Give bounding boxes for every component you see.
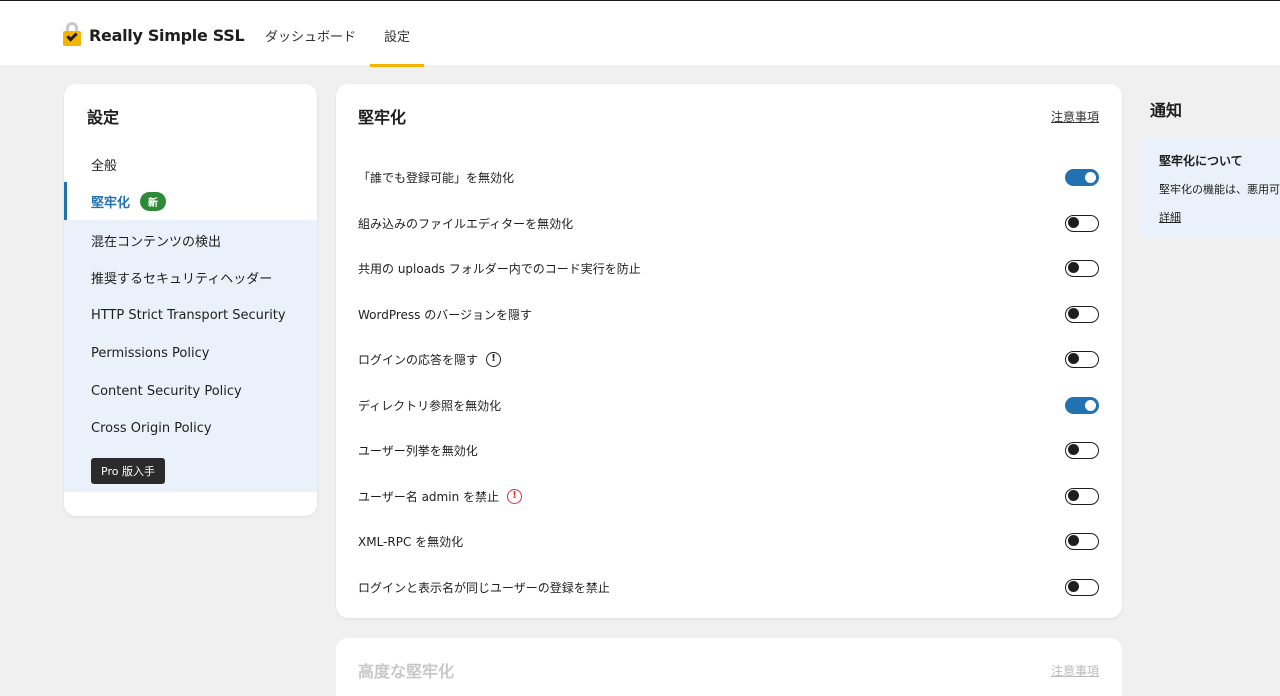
setting-row: 共用の uploads フォルダー内でのコード実行を防止	[358, 253, 1099, 283]
new-badge: 新	[140, 191, 167, 211]
setting-label-text: ディレクトリ参照を無効化	[358, 398, 502, 413]
menu-item-permissions-policy[interactable]: Permissions Policy	[64, 334, 317, 372]
main-nav: ダッシュボード 設定	[265, 1, 438, 67]
toggle-switch[interactable]	[1065, 396, 1099, 414]
setting-row: XML-RPC を無効化	[358, 526, 1099, 556]
menu-item-hsts[interactable]: HTTP Strict Transport Security	[64, 296, 317, 334]
menu-item-security-headers[interactable]: 推奨するセキュリティヘッダー	[64, 258, 317, 296]
setting-label: ログインの応答を隠す !	[358, 351, 502, 368]
setting-label: ユーザー列挙を無効化	[358, 442, 478, 459]
setting-label-text: ユーザー名 admin を禁止	[358, 489, 499, 504]
setting-label: 共用の uploads フォルダー内でのコード実行を防止	[358, 260, 641, 277]
menu-item-hardening[interactable]: 堅牢化 新	[64, 182, 317, 220]
notice-body: 堅牢化の機能は、悪用可	[1159, 183, 1280, 196]
menu-item-cross-origin[interactable]: Cross Origin Policy	[64, 409, 317, 447]
brand[interactable]: Really Simple SSL	[63, 22, 245, 48]
menu-item-label: Permissions Policy	[91, 345, 210, 361]
setting-label-text: ログインの応答を隠す	[358, 352, 479, 367]
lock-logo-icon	[63, 22, 81, 48]
toggle-switch[interactable]	[1065, 305, 1099, 323]
toggle-switch[interactable]	[1065, 441, 1099, 459]
setting-label: ディレクトリ参照を無効化	[358, 397, 501, 414]
setting-label-text: 組み込みのファイルエディターを無効化	[358, 216, 574, 231]
menu-item-label: 全般	[91, 158, 118, 174]
notice-heading: 堅牢化について	[1159, 154, 1243, 168]
menu-item-label: HTTP Strict Transport Security	[91, 307, 286, 323]
menu-item-csp[interactable]: Content Security Policy	[64, 372, 317, 410]
toggle-switch[interactable]	[1065, 578, 1099, 596]
setting-label: ログインと表示名が同じユーザーの登録を禁止	[358, 579, 610, 596]
setting-row: 「誰でも登録可能」を無効化	[358, 162, 1099, 192]
setting-label-text: WordPress のバージョンを隠す	[358, 307, 533, 322]
hardening-card: 堅牢化 注意事項 「誰でも登録可能」を無効化 組み込みのファイルエディターを無効…	[336, 84, 1122, 618]
settings-menu: 設定 全般 堅牢化 新 混在コンテンツの検出 推奨するセキュリティヘッダー HT…	[64, 84, 317, 516]
menu-item-label: 堅牢化	[91, 195, 131, 211]
warning-icon[interactable]: !	[507, 488, 522, 504]
setting-row: ユーザー名 admin を禁止 !	[358, 481, 1099, 511]
setting-label-text: ログインと表示名が同じユーザーの登録を禁止	[358, 580, 610, 595]
setting-row: WordPress のバージョンを隠す	[358, 299, 1099, 329]
notices-title: 通知	[1150, 101, 1183, 120]
card-title: 高度な堅牢化	[358, 662, 455, 681]
card-title: 堅牢化	[358, 108, 407, 127]
top-bar: Really Simple SSL ダッシュボード 設定	[0, 0, 1280, 67]
setting-row: 組み込みのファイルエディターを無効化	[358, 208, 1099, 238]
setting-label-text: 「誰でも登録可能」を無効化	[358, 170, 515, 185]
setting-label: 組み込みのファイルエディターを無効化	[358, 215, 573, 232]
notice-details-link[interactable]: 詳細	[1159, 209, 1181, 225]
menu-item-label: 推奨するセキュリティヘッダー	[91, 271, 273, 287]
nav-settings[interactable]: 設定	[370, 1, 425, 67]
toggle-switch[interactable]	[1065, 487, 1099, 505]
menu-item-label: 混在コンテンツの検出	[91, 234, 222, 250]
menu-item-general[interactable]: 全般	[64, 145, 317, 183]
setting-label: ユーザー名 admin を禁止 !	[358, 488, 522, 505]
nav-dashboard[interactable]: ダッシュボード	[265, 1, 356, 66]
setting-label-text: XML-RPC を無効化	[358, 534, 464, 549]
setting-label: 「誰でも登録可能」を無効化	[358, 169, 514, 186]
toggle-switch[interactable]	[1065, 350, 1099, 368]
setting-row: ユーザー列挙を無効化	[358, 435, 1099, 465]
advanced-hardening-card: 高度な堅牢化 注意事項	[336, 638, 1122, 696]
toggle-switch[interactable]	[1065, 259, 1099, 277]
toggle-switch[interactable]	[1065, 168, 1099, 186]
setting-label: WordPress のバージョンを隠す	[358, 306, 532, 323]
setting-label-text: 共用の uploads フォルダー内でのコード実行を防止	[358, 261, 641, 276]
menu-item-label: Content Security Policy	[91, 383, 242, 399]
toggle-switch[interactable]	[1065, 532, 1099, 550]
menu-item-mixed-content[interactable]: 混在コンテンツの検出	[64, 221, 317, 259]
info-icon[interactable]: !	[486, 351, 502, 367]
instructions-link[interactable]: 注意事項	[1051, 662, 1099, 679]
menu-item-label: Cross Origin Policy	[91, 420, 212, 436]
setting-row: ログインと表示名が同じユーザーの登録を禁止	[358, 572, 1099, 602]
menu-title: 設定	[87, 108, 120, 127]
setting-label-text: ユーザー列挙を無効化	[358, 443, 478, 458]
setting-row: ディレクトリ参照を無効化	[358, 390, 1099, 420]
toggle-switch[interactable]	[1065, 214, 1099, 232]
setting-row: ログインの応答を隠す !	[358, 344, 1099, 374]
brand-name: Really Simple SSL	[89, 25, 245, 45]
notice-card: 堅牢化について 堅牢化の機能は、悪用可 詳細	[1139, 138, 1280, 237]
instructions-link[interactable]: 注意事項	[1051, 108, 1099, 125]
get-pro-button[interactable]: Pro 版入手	[91, 458, 165, 484]
setting-label: XML-RPC を無効化	[358, 533, 463, 550]
